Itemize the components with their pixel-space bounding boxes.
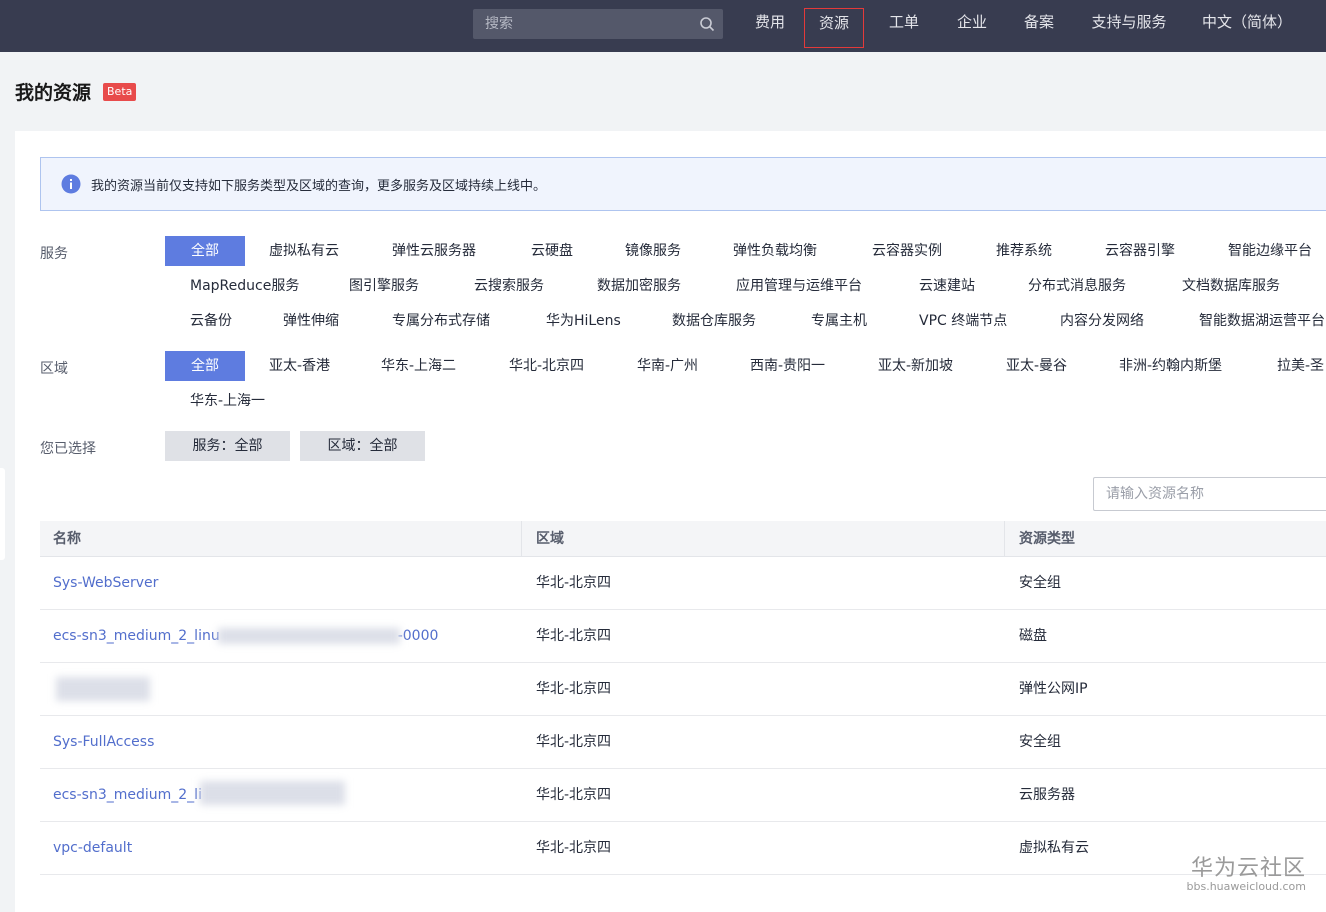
nav-enterprise[interactable]: 企业 bbox=[954, 0, 990, 52]
table-row: vpc-default 华北-北京四 虚拟私有云 bbox=[40, 822, 1326, 875]
service-option[interactable]: 应用管理与运维平台 bbox=[736, 271, 862, 301]
service-option[interactable]: 云备份 bbox=[190, 306, 232, 336]
service-option[interactable]: 数据仓库服务 bbox=[672, 306, 756, 336]
service-option[interactable]: 内容分发网络 bbox=[1060, 306, 1144, 336]
column-divider bbox=[521, 521, 522, 557]
resource-type: 弹性公网IP bbox=[1019, 681, 1088, 697]
watermark-url: bbs.huaweicloud.com bbox=[1186, 880, 1306, 893]
watermark: 华为云社区 bbs.huaweicloud.com bbox=[1180, 850, 1306, 893]
resource-type: 安全组 bbox=[1019, 734, 1061, 750]
resource-name-link[interactable]: vpc-default bbox=[53, 822, 132, 875]
resource-region: 华北-北京四 bbox=[536, 681, 612, 697]
service-option-all[interactable]: 全部 bbox=[165, 236, 245, 266]
region-option[interactable]: 华东-上海一 bbox=[190, 386, 265, 416]
region-option[interactable]: 亚太-香港 bbox=[269, 351, 330, 381]
region-option[interactable]: 拉美-圣 bbox=[1277, 351, 1326, 381]
resource-name-link[interactable]: Sys-WebServer bbox=[53, 557, 158, 610]
notice-text: 我的资源当前仅支持如下服务类型及区域的查询，更多服务及区域持续上线中。 bbox=[91, 179, 547, 194]
selected-region-tag[interactable]: 区域：全部 bbox=[300, 431, 425, 461]
resource-name-link[interactable]: ecs-sn3_medium_2_li bbox=[53, 769, 202, 822]
info-notice: 我的资源当前仅支持如下服务类型及区域的查询，更多服务及区域持续上线中。 bbox=[40, 157, 1326, 211]
page-title: 我的资源 bbox=[15, 82, 92, 104]
nav-language[interactable]: 中文（简体） bbox=[1202, 0, 1292, 52]
service-option[interactable]: 云容器实例 bbox=[872, 236, 942, 266]
global-search[interactable] bbox=[473, 9, 723, 39]
region-filter-label: 区域 bbox=[40, 361, 68, 377]
service-option[interactable]: VPC 终端节点 bbox=[919, 306, 1007, 336]
service-option[interactable]: 专属主机 bbox=[811, 306, 867, 336]
service-option[interactable]: 虚拟私有云 bbox=[269, 236, 339, 266]
service-option[interactable]: 数据加密服务 bbox=[597, 271, 681, 301]
service-option[interactable]: 分布式消息服务 bbox=[1028, 271, 1126, 301]
service-option[interactable]: 推荐系统 bbox=[996, 236, 1052, 266]
column-type[interactable]: 资源类型 bbox=[1019, 521, 1075, 557]
table-row: ecs-sn3_medium_2_li 华北-北京四 云服务器 bbox=[40, 769, 1326, 822]
resource-region: 华北-北京四 bbox=[536, 575, 612, 591]
service-option[interactable]: 弹性伸缩 bbox=[283, 306, 339, 336]
table-row: 华北-北京四 弹性公网IP bbox=[40, 663, 1326, 716]
nav-tickets[interactable]: 工单 bbox=[886, 0, 922, 52]
beta-badge: Beta bbox=[103, 83, 137, 101]
redaction-blur bbox=[56, 677, 150, 701]
selected-filters-label: 您已选择 bbox=[40, 441, 96, 457]
resource-name-suffix[interactable]: -0000 bbox=[398, 628, 439, 644]
service-option[interactable]: 弹性负载均衡 bbox=[733, 236, 817, 266]
resource-type: 云服务器 bbox=[1019, 787, 1075, 803]
resource-region: 华北-北京四 bbox=[536, 628, 612, 644]
redaction-blur bbox=[218, 628, 400, 644]
selected-service-tag[interactable]: 服务：全部 bbox=[165, 431, 290, 461]
region-option[interactable]: 亚太-曼谷 bbox=[1006, 351, 1067, 381]
service-option[interactable]: 文档数据库服务 bbox=[1182, 271, 1280, 301]
region-option[interactable]: 西南-贵阳一 bbox=[750, 351, 825, 381]
side-handle[interactable] bbox=[0, 468, 5, 560]
nav-filing[interactable]: 备案 bbox=[1021, 0, 1057, 52]
nav-billing[interactable]: 费用 bbox=[752, 0, 788, 52]
region-option[interactable]: 华南-广州 bbox=[637, 351, 698, 381]
global-search-input[interactable] bbox=[473, 9, 693, 39]
service-option[interactable]: 专属分布式存储 bbox=[392, 306, 490, 336]
region-option-all[interactable]: 全部 bbox=[165, 351, 245, 381]
table-header: 名称 区域 资源类型 bbox=[40, 521, 1326, 557]
table-row: Sys-WebServer 华北-北京四 安全组 bbox=[40, 557, 1326, 610]
service-option[interactable]: 云速建站 bbox=[919, 271, 975, 301]
resource-region: 华北-北京四 bbox=[536, 787, 612, 803]
table-row: ecs-sn3_medium_2_linu -0000 华北-北京四 磁盘 bbox=[40, 610, 1326, 663]
resource-type: 安全组 bbox=[1019, 575, 1061, 591]
region-option[interactable]: 华东-上海二 bbox=[381, 351, 456, 381]
resource-region: 华北-北京四 bbox=[536, 840, 612, 856]
top-navigation-bar: 费用 资源 工单 企业 备案 支持与服务 中文（简体） bbox=[0, 0, 1326, 52]
info-icon bbox=[61, 174, 81, 194]
search-icon[interactable] bbox=[699, 16, 715, 32]
nav-support[interactable]: 支持与服务 bbox=[1089, 0, 1169, 52]
region-option[interactable]: 非洲-约翰内斯堡 bbox=[1119, 351, 1222, 381]
table-row: Sys-FullAccess 华北-北京四 安全组 bbox=[40, 716, 1326, 769]
region-option[interactable]: 华北-北京四 bbox=[509, 351, 584, 381]
service-option[interactable]: 弹性云服务器 bbox=[392, 236, 476, 266]
column-name[interactable]: 名称 bbox=[53, 521, 81, 557]
service-option[interactable]: 镜像服务 bbox=[625, 236, 681, 266]
service-option[interactable]: 图引擎服务 bbox=[349, 271, 419, 301]
service-option[interactable]: 云硬盘 bbox=[531, 236, 573, 266]
nav-resources[interactable]: 资源 bbox=[804, 8, 864, 48]
service-option[interactable]: 智能数据湖运营平台 bbox=[1199, 306, 1326, 336]
redaction-blur bbox=[200, 781, 345, 805]
region-option[interactable]: 亚太-新加坡 bbox=[878, 351, 953, 381]
service-option[interactable]: 云搜索服务 bbox=[474, 271, 544, 301]
resource-region: 华北-北京四 bbox=[536, 734, 612, 750]
resource-name-link[interactable]: Sys-FullAccess bbox=[53, 716, 154, 769]
resource-type: 磁盘 bbox=[1019, 628, 1047, 644]
resource-name-search[interactable] bbox=[1093, 477, 1326, 511]
column-region[interactable]: 区域 bbox=[536, 521, 564, 557]
service-option[interactable]: 华为HiLens bbox=[546, 306, 621, 336]
service-option[interactable]: MapReduce服务 bbox=[190, 271, 299, 301]
service-option[interactable]: 智能边缘平台 bbox=[1228, 236, 1312, 266]
resource-name-input[interactable] bbox=[1094, 478, 1326, 510]
resource-type: 虚拟私有云 bbox=[1019, 840, 1089, 856]
service-filter-label: 服务 bbox=[40, 246, 68, 262]
service-option[interactable]: 云容器引擎 bbox=[1105, 236, 1175, 266]
resource-name-prefix[interactable]: ecs-sn3_medium_2_linu bbox=[53, 628, 220, 644]
column-divider bbox=[1004, 521, 1005, 557]
watermark-main: 华为云社区 bbox=[1190, 856, 1306, 881]
